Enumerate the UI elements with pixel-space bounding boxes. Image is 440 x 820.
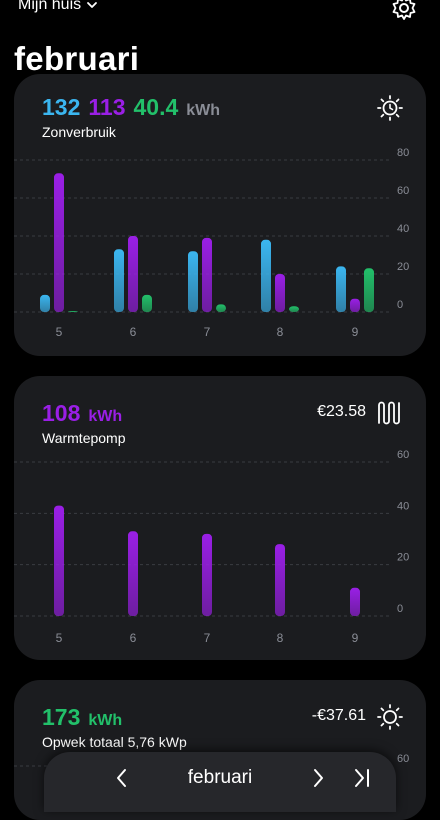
page-title: februari <box>14 40 140 77</box>
x-tick-label: 6 <box>130 325 137 339</box>
x-tick-label: 7 <box>204 631 211 645</box>
home-selector-label: Mijn huis <box>18 0 82 13</box>
x-tick-label: 8 <box>277 325 284 339</box>
home-selector[interactable]: Mijn huis <box>18 0 98 14</box>
bar-5-series-3[interactable] <box>68 311 78 313</box>
y-tick-label: 60 <box>397 185 409 197</box>
x-tick-label: 9 <box>352 325 359 339</box>
bar-6-series-1[interactable] <box>128 531 138 616</box>
bar-8-series-1[interactable] <box>275 544 285 616</box>
y-tick-label: 0 <box>397 299 403 311</box>
chevron-right-icon[interactable] <box>306 766 330 790</box>
bar-6-series-2[interactable] <box>128 236 138 312</box>
bar-7-series-1[interactable] <box>188 251 198 312</box>
y-tick-label: 40 <box>397 500 409 512</box>
bar-6-series-1[interactable] <box>114 249 124 312</box>
bar-8-series-1[interactable] <box>261 239 271 312</box>
bar-7-series-3[interactable] <box>216 304 226 312</box>
bar-9-series-1[interactable] <box>336 266 346 312</box>
bar-8-series-3[interactable] <box>289 306 299 312</box>
bar-5-series-1[interactable] <box>40 294 50 312</box>
x-tick-label: 7 <box>204 325 211 339</box>
bar-7-series-2[interactable] <box>202 237 212 312</box>
bar-chart: 0 20 40 60 5 6 7 8 9 <box>14 449 409 645</box>
bar-9-series-2[interactable] <box>350 298 360 312</box>
y-tick-label: 60 <box>397 449 409 461</box>
y-tick-label: 20 <box>397 552 409 564</box>
y-tick-label: 20 <box>397 261 409 273</box>
x-tick-label: 6 <box>130 631 137 645</box>
y-tick-label: 80 <box>397 147 409 159</box>
bar-5-series-1[interactable] <box>54 505 64 616</box>
bar-chart: 0 20 40 60 80 5 6 7 8 9 <box>14 147 409 339</box>
current-month[interactable]: februari <box>44 767 396 789</box>
bar-9-series-1[interactable] <box>350 587 360 616</box>
chevron-down-icon <box>87 2 98 8</box>
x-tick-label: 8 <box>277 631 284 645</box>
top-bar: Mijn huis <box>0 0 440 22</box>
bar-9-series-3[interactable] <box>364 268 374 312</box>
x-tick-label: 5 <box>56 631 63 645</box>
bar-7-series-1[interactable] <box>202 533 212 616</box>
gear-icon[interactable] <box>390 0 418 22</box>
solar-usage-card[interactable]: 132 113 40.4 kWh Zonverbruik 0 20 40 60 80 5 6… <box>14 74 426 356</box>
y-tick-label: 0 <box>397 603 403 615</box>
y-tick-label: 40 <box>397 223 409 235</box>
y-tick-label: 60 <box>397 753 409 765</box>
heatpump-card[interactable]: 108 kWh Warmtepomp €23.58 0 20 40 60 5 6 7 8 9 <box>14 376 426 660</box>
bar-5-series-2[interactable] <box>54 173 64 312</box>
skip-to-end-icon[interactable] <box>350 766 374 790</box>
month-navigation: februari <box>44 752 396 812</box>
x-tick-label: 9 <box>352 631 359 645</box>
bar-8-series-2[interactable] <box>275 274 285 312</box>
x-tick-label: 5 <box>56 325 63 339</box>
bar-6-series-3[interactable] <box>142 294 152 312</box>
